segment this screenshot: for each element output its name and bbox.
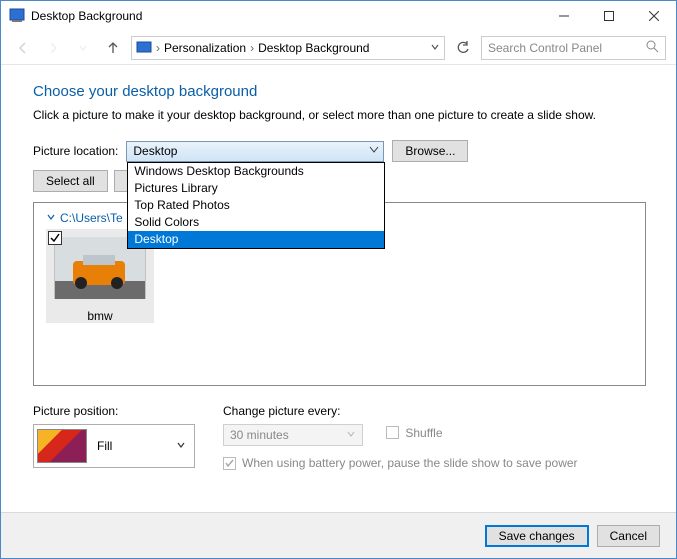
checkbox-icon [223, 457, 236, 470]
dialog-footer: Save changes Cancel [1, 512, 676, 558]
picture-position-combobox[interactable]: Fill [33, 424, 195, 468]
maximize-button[interactable] [586, 2, 631, 31]
picture-position-label: Picture position: [33, 404, 195, 418]
picture-position-value: Fill [97, 439, 112, 453]
thumbnail-checkbox[interactable] [48, 231, 62, 245]
window-controls [541, 2, 676, 31]
picture-position-block: Picture position: Fill [33, 404, 195, 468]
breadcrumb-desktop-background[interactable]: Desktop Background [258, 41, 369, 55]
bottom-options: Picture position: Fill Change picture ev… [33, 404, 646, 470]
search-placeholder: Search Control Panel [488, 41, 646, 55]
minimize-button[interactable] [541, 2, 586, 31]
desktop-background-window: Desktop Background › Personalization › D… [0, 0, 677, 559]
dropdown-option[interactable]: Windows Desktop Backgrounds [128, 163, 384, 180]
breadcrumb-personalization[interactable]: Personalization [164, 41, 246, 55]
dropdown-option-selected[interactable]: Desktop [128, 231, 384, 248]
picture-location-dropdown: Windows Desktop Backgrounds Pictures Lib… [127, 162, 385, 249]
picture-location-combobox[interactable]: Desktop Windows Desktop Backgrounds Pict… [126, 141, 384, 162]
select-all-button[interactable]: Select all [33, 170, 108, 192]
chevron-down-icon [176, 439, 186, 453]
browse-button[interactable]: Browse... [392, 140, 468, 162]
address-dropdown-icon[interactable] [430, 41, 440, 55]
change-picture-label: Change picture every: [223, 404, 646, 418]
position-preview-icon [37, 429, 87, 463]
chevron-down-icon [46, 211, 56, 225]
dropdown-option[interactable]: Solid Colors [128, 214, 384, 231]
content-area: Choose your desktop background Click a p… [1, 65, 676, 520]
battery-label: When using battery power, pause the slid… [242, 456, 578, 470]
refresh-button[interactable] [451, 36, 475, 60]
page-heading: Choose your desktop background [33, 83, 646, 100]
shuffle-label: Shuffle [405, 426, 442, 440]
window-title: Desktop Background [31, 9, 541, 23]
thumbnail-label: bmw [46, 307, 154, 323]
change-interval-value: 30 minutes [230, 428, 289, 442]
chevron-down-icon [369, 144, 379, 158]
chevron-right-icon: › [250, 41, 254, 55]
save-changes-button[interactable]: Save changes [485, 525, 589, 547]
change-picture-block: Change picture every: 30 minutes Shuffle… [223, 404, 646, 470]
shuffle-checkbox: Shuffle [386, 426, 442, 440]
app-icon [9, 8, 25, 24]
page-subtext: Click a picture to make it your desktop … [33, 108, 646, 122]
dropdown-option[interactable]: Pictures Library [128, 180, 384, 197]
chevron-down-icon [346, 428, 356, 442]
history-dropdown-button[interactable] [71, 36, 95, 60]
back-button[interactable] [11, 36, 35, 60]
up-button[interactable] [101, 36, 125, 60]
titlebar: Desktop Background [1, 1, 676, 31]
change-interval-combobox: 30 minutes [223, 424, 363, 446]
search-icon [646, 40, 659, 56]
chevron-right-icon: › [156, 41, 160, 55]
navigation-bar: › Personalization › Desktop Background S… [1, 31, 676, 65]
cancel-button[interactable]: Cancel [597, 525, 660, 547]
picture-location-row: Picture location: Desktop Windows Deskto… [33, 140, 646, 162]
address-bar[interactable]: › Personalization › Desktop Background [131, 36, 445, 60]
close-button[interactable] [631, 2, 676, 31]
search-input[interactable]: Search Control Panel [481, 36, 666, 60]
battery-checkbox-row: When using battery power, pause the slid… [223, 456, 646, 470]
forward-button[interactable] [41, 36, 65, 60]
group-path: C:\Users\Te [60, 211, 123, 225]
picture-location-label: Picture location: [33, 144, 118, 158]
location-icon [136, 40, 152, 56]
picture-location-value: Desktop [133, 144, 177, 158]
dropdown-option[interactable]: Top Rated Photos [128, 197, 384, 214]
checkbox-icon [386, 426, 399, 439]
